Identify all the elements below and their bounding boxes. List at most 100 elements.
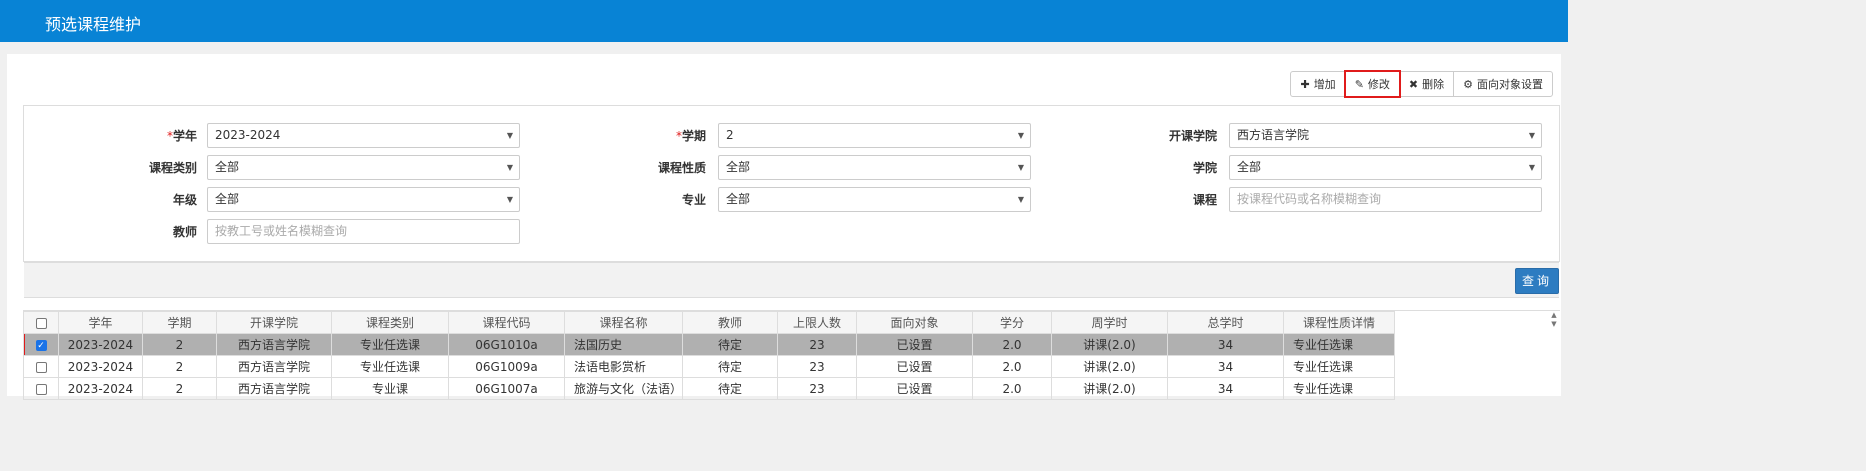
target-settings-button-label: 面向对象设置 [1477, 78, 1543, 91]
cell: 讲课(2.0) [1051, 333, 1169, 356]
column-header[interactable]: 总学时 [1167, 311, 1285, 334]
cell: 专业任选课 [1283, 377, 1396, 400]
grade-label: 年级 [172, 193, 197, 207]
add-button-label: 增加 [1313, 78, 1336, 91]
delete-button[interactable]: ✖ 删除 [1398, 71, 1455, 97]
cell: 34 [1167, 333, 1285, 356]
cell: 专业任选课 [331, 333, 449, 356]
term-select[interactable]: 2 ▼ [718, 123, 1031, 148]
major-select[interactable]: 全部 ▼ [718, 187, 1031, 212]
delete-button-label: 删除 [1422, 78, 1445, 91]
select-all-checkbox[interactable] [35, 317, 47, 329]
cell: 2 [142, 333, 217, 356]
row-checkbox[interactable]: ✓ [35, 339, 47, 351]
close-icon: ✖ [1408, 77, 1419, 91]
cell: 2 [142, 377, 217, 400]
teacher-label: 教师 [172, 225, 197, 239]
cell: 23 [777, 333, 858, 356]
page-title: 预选课程维护 [45, 15, 142, 34]
cell: 2.0 [972, 377, 1053, 400]
cell: 讲课(2.0) [1051, 355, 1169, 378]
column-header[interactable]: 课程性质详情 [1283, 311, 1396, 334]
category-label: 课程类别 [148, 161, 197, 175]
cell: 专业任选课 [331, 355, 449, 378]
toolbar: ✚ 增加 ✎ 修改 ✖ 删除 ⚙ 面向对象设置 [1290, 70, 1553, 98]
cell: 法语电影赏析 [563, 355, 684, 378]
cell: 34 [1167, 355, 1285, 378]
cell: 已设置 [856, 355, 974, 378]
course-label: 课程 [1192, 193, 1217, 207]
table-row[interactable]: 2023-2024 2 西方语言学院 专业任选课 06G1009a 法语电影赏析… [23, 355, 1396, 378]
cell: 西方语言学院 [216, 355, 332, 378]
major-label: 专业 [681, 193, 706, 207]
table-header-row: 学年 学期 开课学院 课程类别 课程代码 课程名称 教师 上限人数 面向对象 学… [23, 311, 1396, 334]
app-header: 预选课程维护 [0, 0, 1568, 42]
add-button[interactable]: ✚ 增加 [1290, 71, 1346, 97]
gear-icon: ⚙ [1463, 77, 1473, 91]
cell: 06G1007a [448, 377, 565, 400]
row-select-cell [23, 355, 59, 378]
column-header[interactable]: 学分 [972, 311, 1053, 334]
main-panel: ✚ 增加 ✎ 修改 ✖ 删除 ⚙ 面向对象设置 *学年 2023-2024 ▼ *… [7, 54, 1561, 400]
school-select-value: 全部 [1237, 160, 1262, 174]
column-header[interactable]: 开课学院 [216, 311, 332, 334]
cell: 西方语言学院 [216, 377, 332, 400]
cell: 专业课 [331, 377, 449, 400]
course-search-input[interactable]: 按课程代码或名称模糊查询 [1229, 187, 1542, 212]
plus-icon: ✚ [1300, 77, 1310, 91]
cell: 2023-2024 [58, 377, 143, 400]
category-select[interactable]: 全部 ▼ [207, 155, 520, 180]
chevron-down-icon: ▼ [1528, 131, 1535, 140]
college-select[interactable]: 西方语言学院 ▼ [1229, 123, 1542, 148]
cell: 23 [777, 377, 858, 400]
query-button[interactable]: 查询 [1515, 268, 1559, 294]
grade-select[interactable]: 全部 ▼ [207, 187, 520, 212]
teacher-search-input[interactable]: 按教工号或姓名模糊查询 [207, 219, 520, 244]
chevron-down-icon: ▼ [506, 195, 513, 204]
nature-select[interactable]: 全部 ▼ [718, 155, 1031, 180]
edit-button[interactable]: ✎ 修改 [1343, 70, 1401, 98]
row-select-cell: ✓ [23, 333, 59, 356]
column-header[interactable]: 课程代码 [448, 311, 565, 334]
year-label-text: 学年 [172, 129, 197, 143]
row-checkbox[interactable] [35, 383, 47, 395]
row-checkbox-highlight: ✓ [24, 334, 58, 355]
vertical-scrollbar[interactable]: ▲ ▼ [1548, 311, 1560, 333]
major-select-value: 全部 [726, 192, 751, 206]
row-checkbox[interactable] [35, 361, 47, 373]
chevron-down-icon: ▼ [506, 131, 513, 140]
row-select-cell [23, 377, 59, 400]
edit-button-label: 修改 [1367, 78, 1390, 91]
school-select[interactable]: 全部 ▼ [1229, 155, 1542, 180]
search-form: *学年 2023-2024 ▼ *学期 2 ▼ 开课学院 西方语言学院 ▼ 课程类别 … [23, 105, 1560, 298]
table-row[interactable]: 2023-2024 2 西方语言学院 专业课 06G1007a 旅游与文化（法语… [23, 377, 1396, 400]
select-all-header [23, 311, 59, 334]
cell: 2.0 [972, 355, 1053, 378]
target-settings-button[interactable]: ⚙ 面向对象设置 [1453, 71, 1553, 97]
cell: 已设置 [856, 377, 974, 400]
column-header[interactable]: 周学时 [1051, 311, 1169, 334]
year-select[interactable]: 2023-2024 ▼ [207, 123, 520, 148]
year-label: *学年 [117, 123, 197, 149]
chevron-down-icon: ▼ [1528, 163, 1535, 172]
term-select-value: 2 [726, 128, 734, 142]
table-row[interactable]: ✓ 2023-2024 2 西方语言学院 专业任选课 06G1010a 法国历史… [23, 333, 1396, 356]
cell: 待定 [682, 355, 779, 378]
cell: 2.0 [972, 333, 1053, 356]
column-header[interactable]: 课程名称 [563, 311, 684, 334]
column-header[interactable]: 学期 [142, 311, 217, 334]
cell: 专业任选课 [1283, 355, 1396, 378]
chevron-down-icon: ▼ [1017, 163, 1024, 172]
cell: 2023-2024 [58, 333, 143, 356]
column-header[interactable]: 上限人数 [777, 311, 858, 334]
term-label-text: 学期 [681, 129, 706, 143]
column-header[interactable]: 教师 [682, 311, 779, 334]
cell: 2 [142, 355, 217, 378]
column-header[interactable]: 课程类别 [331, 311, 449, 334]
column-header[interactable]: 学年 [58, 311, 143, 334]
cell: 2023-2024 [58, 355, 143, 378]
chevron-down-icon: ▼ [506, 163, 513, 172]
term-label: *学期 [626, 123, 706, 149]
cell: 待定 [682, 333, 779, 356]
column-header[interactable]: 面向对象 [856, 311, 974, 334]
